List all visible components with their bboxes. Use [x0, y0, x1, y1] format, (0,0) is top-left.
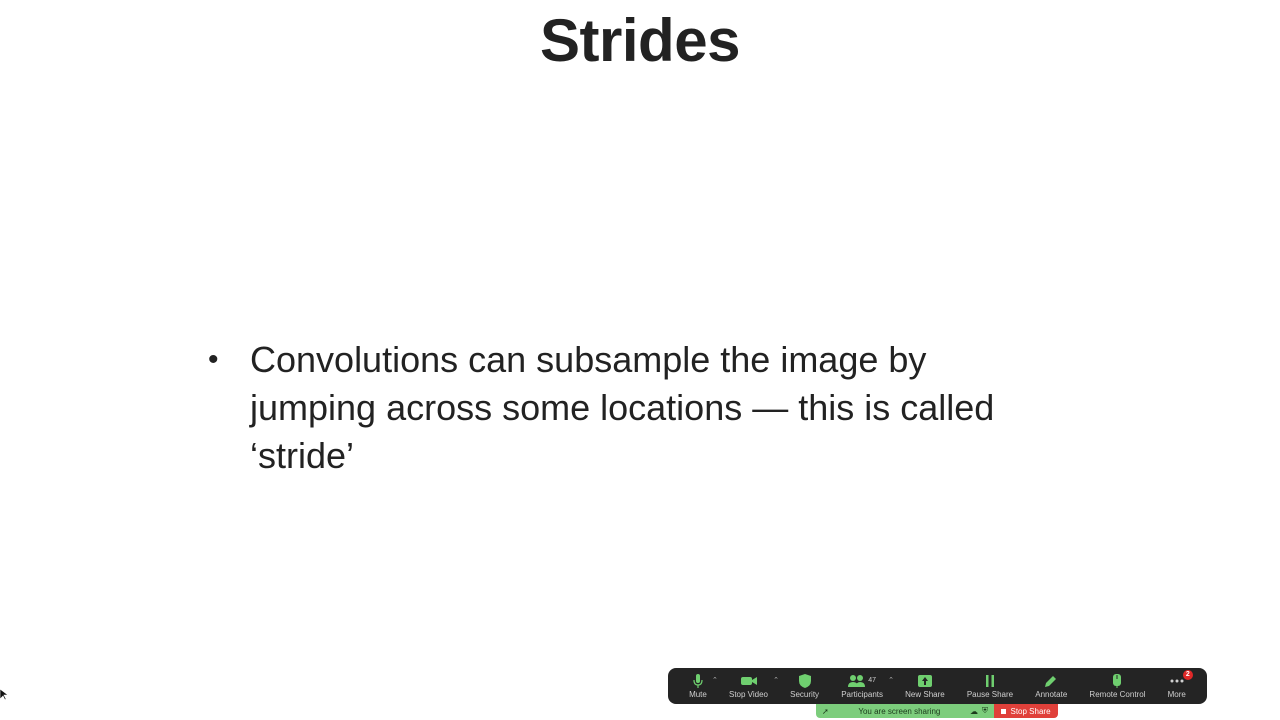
participants-icon: 47	[848, 673, 876, 688]
mute-button[interactable]: Mute ⌃	[685, 668, 718, 704]
participants-label: Participants	[841, 690, 883, 699]
notification-badge: 2	[1182, 670, 1193, 680]
more-dots-icon	[1170, 673, 1184, 688]
stop-share-label: Stop Share	[1010, 706, 1051, 716]
mouse-cursor-icon	[0, 688, 9, 706]
bullet-dot: •	[208, 343, 219, 376]
presentation-slide: Strides • Convolutions can subsample the…	[0, 0, 1280, 720]
video-camera-icon	[740, 673, 757, 688]
new-share-button[interactable]: New Share	[901, 668, 949, 704]
bullet-item: • Convolutions can subsample the image b…	[208, 336, 1008, 480]
bullet-text: Convolutions can subsample the image by …	[250, 339, 995, 476]
pause-icon	[985, 673, 995, 688]
stop-video-label: Stop Video	[729, 690, 768, 699]
security-button[interactable]: Security	[786, 668, 823, 704]
cloud-icon: ☁	[970, 706, 978, 716]
remote-control-button[interactable]: Remote Control	[1085, 668, 1149, 704]
participants-button[interactable]: 47 Participants ⌃	[837, 668, 894, 704]
annotate-button[interactable]: Annotate	[1031, 668, 1071, 704]
more-button[interactable]: More 2	[1164, 668, 1193, 704]
microphone-icon	[693, 673, 703, 688]
screen-sharing-status-bar[interactable]: ➚ You are screen sharing ☁ ⛨	[816, 704, 994, 718]
screen-sharing-status-text: You are screen sharing	[858, 706, 941, 716]
pause-share-button[interactable]: Pause Share	[963, 668, 1017, 704]
security-label: Security	[790, 690, 820, 699]
shield-small-icon: ⛨	[982, 706, 988, 715]
remote-control-icon	[1112, 673, 1122, 688]
share-up-icon	[917, 673, 932, 688]
annotate-label: Annotate	[1035, 690, 1068, 699]
bullet-list: • Convolutions can subsample the image b…	[208, 336, 1008, 480]
more-label: More	[1167, 690, 1186, 699]
pause-share-label: Pause Share	[966, 690, 1014, 699]
stop-share-button[interactable]: Stop Share	[994, 704, 1058, 718]
new-share-label: New Share	[905, 690, 945, 699]
participant-count: 47	[868, 677, 876, 684]
chevron-up-icon[interactable]: ⌃	[888, 676, 894, 684]
stop-square-icon	[1001, 708, 1007, 714]
remote-control-label: Remote Control	[1089, 690, 1146, 699]
shield-icon	[798, 673, 811, 688]
screen-share-toolbar: Mute ⌃ Stop Video ⌃ Security 47 Particip…	[668, 668, 1207, 704]
chevron-up-icon[interactable]: ⌃	[712, 676, 718, 684]
slide-title: Strides	[540, 7, 740, 74]
chevron-up-icon[interactable]: ⌃	[773, 676, 779, 684]
pointer-icon: ➚	[822, 706, 829, 716]
pencil-icon	[1045, 673, 1057, 688]
mute-label: Mute	[689, 690, 707, 699]
stop-video-button[interactable]: Stop Video ⌃	[725, 668, 779, 704]
